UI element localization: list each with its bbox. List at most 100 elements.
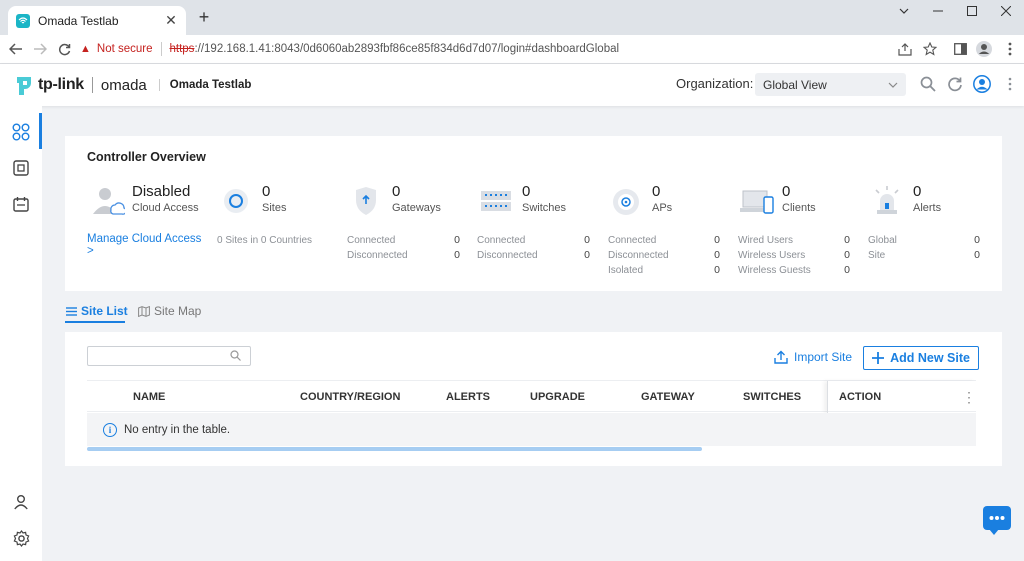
col-switches[interactable]: SWITCHES <box>743 391 801 403</box>
switches-label: Switches <box>522 202 567 214</box>
site-search-input[interactable] <box>87 346 251 366</box>
active-nav-indicator <box>39 113 42 149</box>
aps-isolated-label: Isolated <box>608 265 644 276</box>
search-icon[interactable] <box>919 75 937 93</box>
devices-icon[interactable] <box>11 158 31 178</box>
clients-label: Clients <box>782 202 816 214</box>
gateways-connected-label: Connected <box>347 235 396 246</box>
add-new-site-button[interactable]: Add New Site <box>863 346 979 370</box>
manage-cloud-access-link[interactable]: Manage Cloud Access > <box>87 233 202 257</box>
col-alerts[interactable]: ALERTS <box>446 391 490 403</box>
alerts-site-label: Site <box>868 250 886 261</box>
tab-site-list-label: Site List <box>81 304 128 318</box>
col-gateway[interactable]: GATEWAY <box>641 391 695 403</box>
url-scheme: https <box>169 43 195 55</box>
url-field[interactable]: ▲ Not secure https ://192.168.1.41:8043/… <box>80 38 946 60</box>
upload-icon <box>774 350 788 364</box>
import-site-button[interactable]: Import Site <box>774 350 852 364</box>
aps-connected-value: 0 <box>714 234 720 246</box>
sites-detail: 0 Sites in 0 Countries <box>217 235 313 246</box>
dashboard-icon[interactable] <box>11 122 31 142</box>
col-name[interactable]: NAME <box>133 391 165 403</box>
new-tab-icon[interactable]: + <box>196 8 212 26</box>
access-point-icon <box>612 188 640 219</box>
organization-select[interactable]: Global View <box>755 73 906 96</box>
col-country-region[interactable]: COUNTRY/REGION <box>300 391 400 403</box>
alert-siren-icon <box>872 185 902 218</box>
cloud-user-icon <box>91 186 127 219</box>
url-text: ://192.168.1.41:8043/0d6060ab2893fbf86ce… <box>194 43 620 55</box>
table-header: NAME COUNTRY/REGION ALERTS UPGRADE GATEW… <box>87 380 976 413</box>
account-icon[interactable] <box>11 492 31 512</box>
refresh-icon[interactable] <box>946 75 964 93</box>
switches-connected-label: Connected <box>477 235 526 246</box>
forward-icon[interactable] <box>30 39 50 59</box>
table-horizontal-scrollbar[interactable] <box>87 447 702 451</box>
close-window-icon[interactable] <box>989 0 1023 22</box>
browser-tab[interactable]: Omada Testlab ✕ <box>8 6 186 35</box>
clients-guests-value: 0 <box>844 264 850 276</box>
clients-wired-label: Wired Users <box>738 235 794 246</box>
clients-icon <box>740 189 774 218</box>
aps-disconnected-label: Disconnected <box>608 250 669 261</box>
share-icon[interactable] <box>897 41 913 57</box>
sites-icon <box>223 188 249 217</box>
browser-menu-icon[interactable] <box>1002 41 1018 57</box>
switches-disconnected-value: 0 <box>584 249 590 261</box>
logo-separator <box>91 77 93 93</box>
action-column-header: ACTION <box>827 381 976 413</box>
active-tab-underline <box>65 321 125 323</box>
empty-table-message: No entry in the table. <box>124 423 231 436</box>
close-tab-icon[interactable]: ✕ <box>164 12 178 29</box>
aps-disconnected-value: 0 <box>714 249 720 261</box>
tab-site-map-label: Site Map <box>154 304 202 318</box>
alerts-global-value: 0 <box>974 234 980 246</box>
gateways-disconnected-label: Disconnected <box>347 250 408 261</box>
aps-connected-label: Connected <box>608 235 657 246</box>
column-settings-icon[interactable]: ⋮ <box>962 390 976 404</box>
switches-disconnected-label: Disconnected <box>477 250 538 261</box>
tab-search-icon[interactable] <box>887 0 921 22</box>
col-upgrade[interactable]: UPGRADE <box>530 391 585 403</box>
minimize-icon[interactable] <box>921 0 955 22</box>
omada-favicon-icon <box>16 13 30 28</box>
alerts-count: 0 <box>913 183 922 200</box>
alerts-global-label: Global <box>868 235 897 246</box>
settings-gear-icon[interactable] <box>11 528 31 548</box>
maximize-icon[interactable] <box>955 0 989 22</box>
back-icon[interactable] <box>6 39 26 59</box>
alerts-label: Alerts <box>913 202 942 214</box>
cloud-status: Disabled <box>132 183 191 200</box>
import-site-label: Import Site <box>794 350 853 364</box>
sidepanel-icon[interactable] <box>952 41 968 57</box>
gateways-label: Gateways <box>392 202 441 214</box>
chat-icon <box>989 516 1005 520</box>
cloud-access-label: Cloud Access <box>132 202 199 214</box>
tab-site-list[interactable]: Site List <box>65 304 128 318</box>
switch-icon <box>480 190 512 215</box>
alerts-site-value: 0 <box>974 249 980 261</box>
tab-site-map[interactable]: Site Map <box>138 304 201 318</box>
list-icon <box>65 305 77 317</box>
user-avatar-icon[interactable] <box>973 75 991 93</box>
address-bar: ▲ Not secure https ://192.168.1.41:8043/… <box>0 35 1024 64</box>
chat-support-button[interactable] <box>983 506 1011 535</box>
empty-table-row: i No entry in the table. <box>87 413 976 446</box>
organization-label: Organization: <box>676 76 754 91</box>
reload-icon[interactable] <box>54 39 74 59</box>
aps-isolated-value: 0 <box>714 264 720 276</box>
bookmark-star-icon[interactable] <box>922 41 938 57</box>
tplink-logo[interactable]: tp-link omada Omada Testlab <box>14 72 251 98</box>
security-status[interactable]: Not secure <box>97 43 153 55</box>
manage-cloud-access-text: Manage Cloud Access <box>87 233 202 245</box>
gateway-icon <box>353 186 379 219</box>
sites-label: Sites <box>262 202 287 214</box>
add-new-site-label: Add New Site <box>890 351 970 365</box>
browser-tab-bar: Omada Testlab ✕ + <box>0 0 1024 35</box>
warning-icon: ▲ <box>80 43 91 55</box>
profile-icon[interactable] <box>976 41 992 57</box>
clients-guests-label: Wireless Guests <box>738 265 811 276</box>
logs-calendar-icon[interactable] <box>11 194 31 214</box>
browser-tab-title: Omada Testlab <box>38 13 119 28</box>
app-more-icon[interactable] <box>1001 75 1019 93</box>
